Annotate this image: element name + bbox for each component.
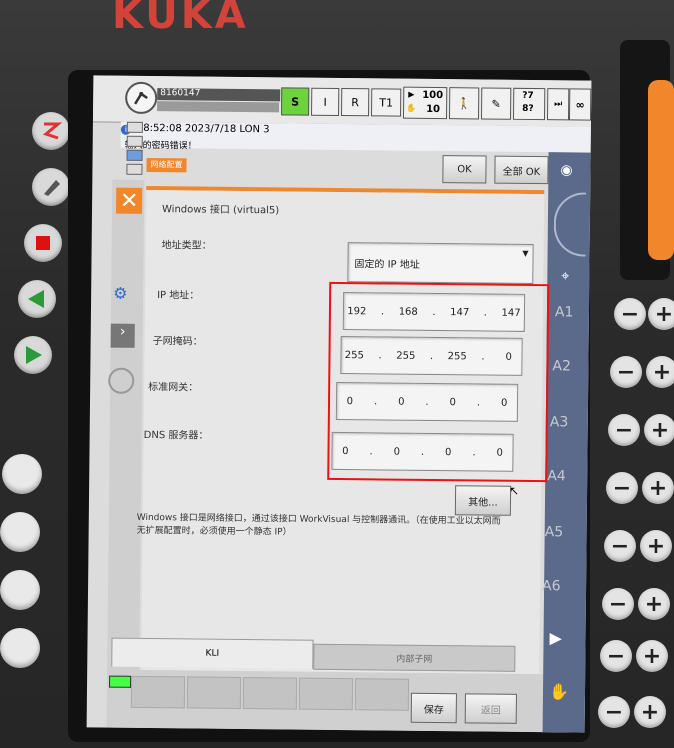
a5-plus-button[interactable]: + — [640, 530, 672, 562]
drives-status[interactable]: I — [311, 87, 340, 116]
hmi-screen: 8160147 S I R T1 ▶ 100 ✋ 10 🚶 ✎ ?7 8? ⏭ … — [86, 75, 592, 733]
side-key-3[interactable] — [0, 570, 40, 610]
side-key-2[interactable] — [0, 512, 40, 552]
a3-plus-button[interactable]: + — [644, 414, 674, 446]
play-arrow-icon[interactable]: ▶ — [549, 628, 562, 647]
softkey-4[interactable] — [298, 677, 354, 711]
play-backward-icon — [28, 290, 44, 308]
softkey-3[interactable] — [242, 677, 298, 710]
base-number: 8? — [522, 103, 534, 115]
address-type-label: 地址类型： — [161, 240, 212, 252]
softkey-5[interactable] — [354, 678, 410, 711]
mouse-cursor-icon: ↖ — [509, 483, 520, 498]
close-button[interactable]: ✕ — [115, 187, 143, 214]
main-menu-button[interactable] — [125, 81, 158, 115]
tool-base-button[interactable]: ?7 8? — [512, 87, 546, 121]
address-type-value: 固定的 IP 地址 — [354, 258, 420, 271]
dialog-title: 网络配置 — [146, 157, 187, 173]
gateway-label: 标准网关： — [148, 382, 199, 394]
time-icon[interactable] — [108, 367, 135, 394]
globe-icon[interactable]: ◉ — [560, 162, 572, 178]
extra-minus-button[interactable]: − — [600, 640, 632, 672]
dns-label: DNS 服务器： — [143, 429, 209, 442]
kuka-swirl-icon — [42, 122, 63, 140]
jog-override: 10 — [426, 103, 441, 116]
operating-mode[interactable]: T1 — [371, 88, 402, 117]
interface-title: Windows 接口 (virtual5) — [161, 204, 280, 217]
other-button[interactable]: 其他... — [454, 485, 512, 516]
chevron-down-icon: ▼ — [522, 248, 529, 258]
incremental-jog-button[interactable]: ⏭ — [546, 88, 570, 121]
robot-arm-icon — [134, 91, 148, 105]
axis-label-a1: A1 — [554, 304, 574, 321]
gear-icon[interactable]: ⚙ — [113, 284, 133, 304]
message-time: 18:52:08 2023/7/18 LON 3 — [136, 122, 270, 136]
subnet-label: 子网掩码： — [152, 336, 203, 348]
robot-id: 8160147 — [157, 88, 281, 102]
start-backward-button[interactable] — [18, 280, 56, 318]
softkey-1[interactable] — [130, 675, 186, 709]
extra2-minus-button[interactable]: − — [598, 696, 630, 728]
a3-minus-button[interactable]: − — [608, 414, 640, 446]
hand-jog-icon[interactable]: ✋ — [549, 682, 569, 701]
a6-plus-button[interactable]: + — [638, 588, 670, 620]
softkey-2[interactable] — [186, 676, 242, 709]
axis-label-a2: A2 — [552, 358, 571, 375]
a1-plus-button[interactable]: + — [648, 298, 674, 330]
axis-label-a3: A3 — [549, 414, 569, 431]
infinity-button[interactable]: ∞ — [568, 88, 592, 121]
stop-button[interactable] — [24, 224, 62, 262]
coordinate-system-icon[interactable]: ⌖ — [561, 268, 569, 284]
ip-label: IP 地址： — [157, 290, 200, 302]
side-key-1[interactable] — [2, 454, 42, 494]
progress-bar — [157, 101, 280, 113]
address-type-select[interactable]: 固定的 IP 地址 ▼ — [347, 242, 534, 285]
tab-kli[interactable]: KLI — [111, 637, 314, 669]
a2-plus-button[interactable]: + — [646, 356, 674, 388]
start-button[interactable] — [14, 336, 52, 374]
a1-minus-button[interactable]: − — [614, 298, 646, 330]
tool-number: ?7 — [522, 90, 534, 102]
dashed-expand-icon[interactable]: › — [110, 323, 135, 348]
side-key-4[interactable] — [0, 628, 40, 668]
a6-minus-button[interactable]: − — [602, 588, 634, 620]
message-window[interactable]: i 18:52:08 2023/7/18 LON 3 输入的密码错误！ — [120, 121, 591, 153]
kuka-logo: KUKA — [112, 0, 249, 38]
close-icon: ✕ — [119, 188, 139, 214]
a4-plus-button[interactable]: + — [642, 472, 674, 504]
axis-label-a6: A6 — [542, 578, 561, 595]
axis-label-a4: A4 — [547, 468, 566, 485]
play-small-icon: ▶ — [408, 89, 415, 99]
play-icon — [26, 346, 42, 364]
dialog-title-row: 网络配置 — [146, 157, 546, 178]
a5-minus-button[interactable]: − — [604, 530, 636, 562]
interface-note: Windows 接口是网络接口，通过该接口 WorkVisual 与控制器通讯。… — [136, 512, 501, 538]
override-panel[interactable]: ▶ 100 ✋ 10 — [402, 86, 448, 120]
extra2-plus-button[interactable]: + — [634, 696, 666, 728]
hand-small-icon: ✋ — [406, 103, 417, 113]
save-button[interactable]: 保存 — [410, 692, 457, 724]
back-button[interactable]: 返回 — [464, 693, 517, 724]
pencil-icon — [44, 180, 60, 196]
walking-icon: 🚶 — [457, 96, 472, 110]
tool-button[interactable]: ✎ — [480, 87, 512, 120]
submit-interpreter-status[interactable]: S — [281, 87, 310, 116]
a2-minus-button[interactable]: − — [610, 356, 642, 388]
emergency-hmi-button[interactable] — [32, 112, 70, 150]
message-indicators — [126, 121, 143, 186]
pencil-button[interactable] — [32, 168, 70, 206]
extra-plus-button[interactable]: + — [636, 640, 668, 672]
run-mode-button[interactable]: 🚶 — [448, 87, 480, 120]
robot-interpreter-status[interactable]: R — [341, 88, 370, 117]
battery-indicator — [109, 675, 132, 688]
program-override: 100 — [422, 89, 444, 102]
highlight-rectangle — [327, 281, 550, 483]
tool-icon: ✎ — [491, 97, 501, 111]
tab-internal-subnet[interactable]: 内部子网 — [313, 643, 516, 672]
axis-label-a5: A5 — [544, 524, 564, 541]
skip-icon: ⏭ — [554, 99, 563, 110]
orange-grip — [648, 80, 674, 260]
stop-square-icon — [36, 236, 50, 250]
a4-minus-button[interactable]: − — [606, 472, 638, 504]
